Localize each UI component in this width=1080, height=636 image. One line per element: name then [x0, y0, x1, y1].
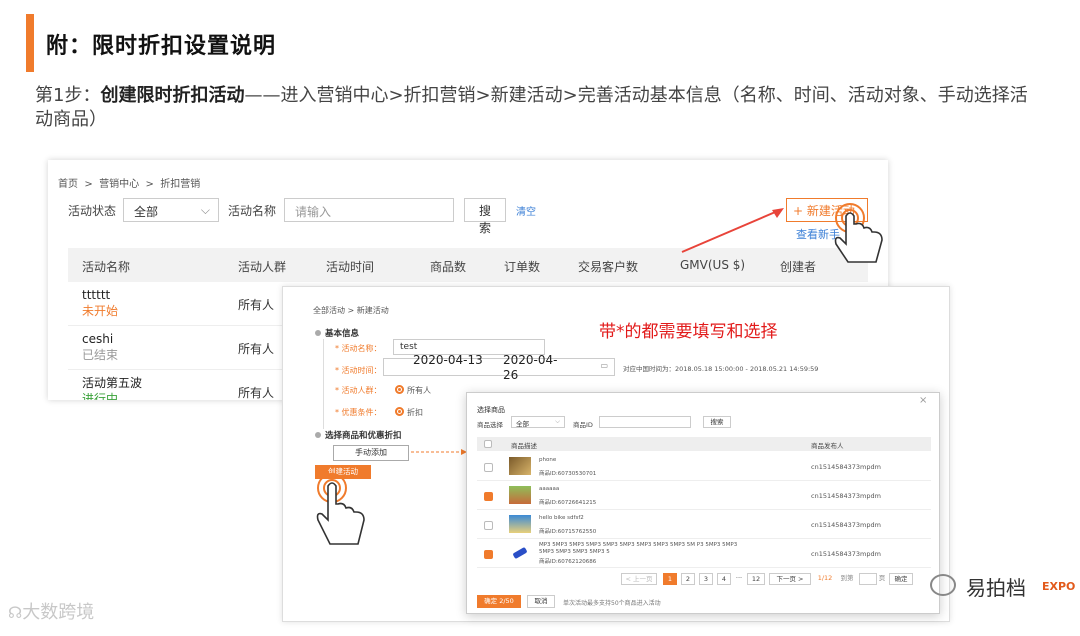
wechat-icon — [930, 574, 956, 596]
goods-id-input[interactable] — [599, 416, 691, 428]
section-goods: 选择商品和优惠折扣 — [315, 429, 402, 441]
goods-row[interactable]: hello bike sdfsf2 商品ID:60715762550 cn151… — [477, 511, 931, 539]
time-end: 2020-04-26 — [503, 353, 558, 382]
form-breadcrumb: 全部活动 > 新建活动 — [313, 306, 389, 315]
field-audience-label: * 活动人群： — [335, 386, 382, 395]
title-accent-bar — [26, 14, 34, 72]
section-basic-info: 基本信息 — [315, 327, 359, 339]
close-icon[interactable]: × — [919, 395, 927, 406]
prev-page-button[interactable]: < 上一页 — [621, 573, 657, 585]
goto-label: 到第 — [837, 573, 857, 585]
step-description: 第1步：创建限时折扣活动——进入营销中心>折扣营销>新建活动>完善活动基本信息（… — [35, 85, 1028, 130]
product-thumbnail — [513, 547, 527, 559]
field-condition-label: * 优惠条件： — [335, 408, 382, 417]
product-thumbnail — [509, 457, 531, 475]
goto-confirm-button[interactable]: 确定 — [889, 573, 913, 585]
hand-pointer-icon — [834, 203, 883, 263]
required-fields-annotation: 带*的都需要填写和选择 — [599, 322, 778, 342]
breadcrumb-discount: 折扣营销 — [160, 179, 201, 190]
chevron-down-icon: ⌵ — [200, 203, 210, 217]
page-ellipsis: ··· — [733, 573, 745, 585]
name-filter-input[interactable]: 请输入 — [284, 198, 454, 222]
goods-row[interactable]: phone 商品ID:60730530701 cn1514584373mpdm — [477, 453, 931, 481]
col-activity-name: 活动名称 — [82, 260, 131, 274]
dashed-arrow — [411, 449, 467, 455]
page-3-button[interactable]: 3 — [699, 573, 713, 585]
status-badge: 已结束 — [82, 348, 119, 362]
goto-page-input[interactable] — [859, 573, 877, 585]
breadcrumb: 首页 > 营销中心 > 折扣营销 — [58, 179, 201, 190]
watermark-left: ☊大数跨境 — [8, 602, 95, 623]
condition-radio[interactable]: 折扣 — [395, 407, 423, 418]
goods-row[interactable]: aaaaaa 商品ID:60726641215 cn1514584373mpdm — [477, 482, 931, 510]
breadcrumb-home[interactable]: 首页 — [58, 179, 78, 190]
col-creator: 创建者 — [780, 260, 817, 274]
goods-checkbox-checked[interactable] — [484, 550, 493, 559]
select-all-checkbox[interactable] — [484, 440, 492, 448]
page-2-button[interactable]: 2 — [681, 573, 695, 585]
product-thumbnail — [509, 515, 531, 533]
col-goods-desc: 商品描述 — [511, 442, 537, 450]
page-12-button[interactable]: 12 — [747, 573, 765, 585]
col-goods-count: 商品数 — [430, 260, 467, 274]
goods-id-label: 商品ID — [573, 421, 593, 429]
modal-title: 选择商品 — [477, 406, 505, 414]
goods-filter-label: 商品选择 — [477, 421, 503, 429]
product-thumbnail — [509, 486, 531, 504]
selection-limit-hint: 单次活动最多支持50个商品进入活动 — [563, 600, 661, 607]
chevron-down-icon: ⌵ — [555, 417, 560, 425]
breadcrumb-marketing[interactable]: 营销中心 — [99, 179, 139, 190]
time-hint: 对应中国时间为：2018.05.18 15:00:00 - 2018.05.21… — [623, 365, 819, 373]
page-total: 1/12 — [815, 573, 835, 585]
time-start: 2020-04-13 — [413, 353, 483, 367]
page-4-button[interactable]: 4 — [717, 573, 731, 585]
goods-search-button[interactable]: 搜索 — [703, 416, 731, 428]
status-badge: 进行中 — [82, 392, 119, 400]
col-time: 活动时间 — [326, 260, 375, 274]
status-badge: 未开始 — [82, 304, 119, 318]
search-button[interactable]: 搜索 — [464, 198, 506, 235]
manual-add-button[interactable]: 手动添加 — [333, 445, 409, 461]
select-goods-modal: 选择商品 × 商品选择 全部 ⌵ 商品ID 搜索 商品描述 商品发布人 phone… — [466, 392, 940, 614]
hand-pointer-icon — [316, 473, 365, 545]
watermark-right: 易拍档 EXPO — [930, 568, 1080, 608]
clear-link[interactable]: 清空 — [516, 203, 536, 218]
col-publisher: 商品发布人 — [811, 442, 844, 450]
field-name-label: * 活动名称： — [335, 344, 382, 353]
radio-selected-icon — [395, 407, 404, 416]
next-page-button[interactable]: 下一页 > — [769, 573, 811, 585]
col-gmv: GMV(US $) — [680, 258, 746, 272]
goods-row[interactable]: MP3 5MP3 5MP3 5MP3 5MP3 5MP3 5MP3 5MP3 5… — [477, 540, 931, 568]
col-customers: 交易客户数 — [578, 260, 639, 274]
cancel-button[interactable]: 取消 — [527, 595, 555, 608]
page-1-button[interactable]: 1 — [663, 573, 677, 585]
goods-checkbox[interactable] — [484, 521, 493, 530]
goods-checkbox[interactable] — [484, 463, 493, 472]
goods-checkbox-checked[interactable] — [484, 492, 493, 501]
pointer-arrow — [681, 208, 784, 253]
calendar-icon: ▭ — [600, 361, 608, 370]
col-orders: 订单数 — [504, 260, 541, 274]
audience-radio[interactable]: 所有人 — [395, 385, 431, 396]
status-filter-label: 活动状态 — [68, 204, 117, 218]
radio-selected-icon — [395, 385, 404, 394]
logo-icon: ☊ — [8, 603, 23, 622]
status-filter-select[interactable]: 全部 ⌵ — [123, 198, 219, 222]
col-audience: 活动人群 — [238, 260, 287, 274]
slide-title: 附：限时折扣设置说明 — [46, 34, 277, 59]
page-unit: 页 — [877, 573, 887, 585]
name-filter-label: 活动名称 — [228, 204, 277, 218]
goods-table-header — [477, 437, 931, 451]
confirm-selection-button[interactable]: 确定 2/50 — [477, 595, 521, 608]
goods-filter-select[interactable]: 全部 ⌵ — [511, 416, 565, 428]
field-time-label: * 活动时间： — [335, 366, 382, 375]
